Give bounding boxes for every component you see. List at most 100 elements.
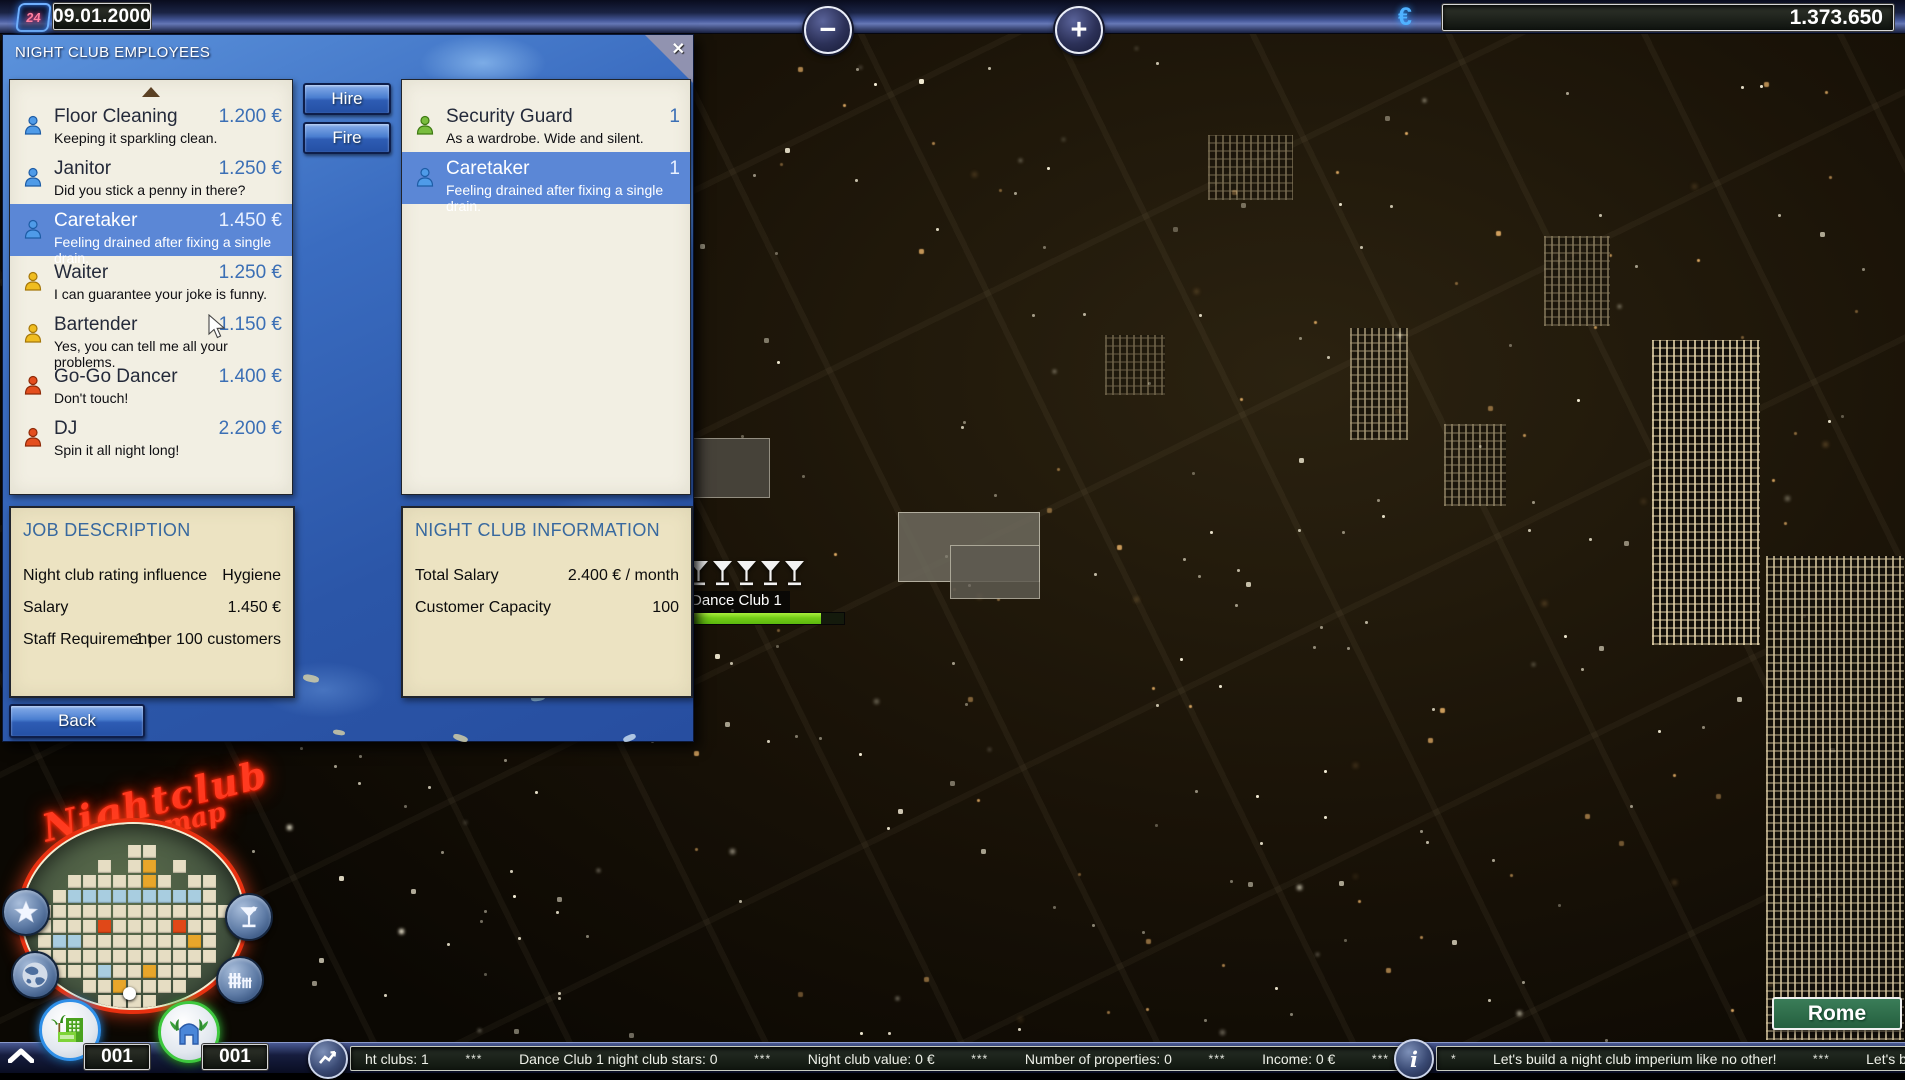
- favorites-button[interactable]: [2, 888, 50, 936]
- minimap-cell: [128, 860, 141, 873]
- money-display: 1.373.650: [1442, 4, 1894, 31]
- hired-row[interactable]: Caretaker1Feeling drained after fixing a…: [402, 152, 690, 204]
- minimap-cell: [158, 875, 171, 888]
- minimap-cell: [98, 920, 111, 933]
- employee-row[interactable]: Floor Cleaning1.200 €Keeping it sparklin…: [10, 100, 292, 152]
- employee-row[interactable]: Waiter1.250 €I can guarantee your joke i…: [10, 256, 292, 308]
- minimap-cell: [203, 950, 216, 963]
- info-value: 2.400 € / month: [568, 567, 679, 585]
- person-icon: [22, 426, 44, 448]
- lit-tower: [1105, 335, 1165, 395]
- hired-row[interactable]: Security Guard1As a wardrobe. Wide and s…: [402, 100, 690, 152]
- minimap-cell: [113, 935, 126, 948]
- speed-minus-button[interactable]: −: [804, 6, 852, 54]
- minimap-cell: [68, 950, 81, 963]
- minimap-cell: [128, 890, 141, 903]
- minimap-cell: [68, 965, 81, 978]
- minimap-cell: [188, 890, 201, 903]
- info-value: Hygiene: [222, 567, 281, 585]
- minimap-cell: [68, 890, 81, 903]
- employee-row[interactable]: DJ2.200 €Spin it all night long!: [10, 412, 292, 464]
- minimap-cell: [83, 935, 96, 948]
- minimap-cell: [143, 950, 156, 963]
- calendar-day: 24: [25, 10, 41, 25]
- nightclub-filter-button[interactable]: [225, 893, 273, 941]
- ticker-item: ht clubs: 1: [365, 1051, 429, 1067]
- employee-desc: I can guarantee your joke is funny.: [54, 286, 267, 302]
- ticker-separator: ***: [754, 1052, 771, 1066]
- minimap-cell: [173, 965, 186, 978]
- minimap-cell: [113, 875, 126, 888]
- fence-icon: [226, 966, 254, 994]
- minimap-cell: [143, 890, 156, 903]
- minimap-cell: [158, 950, 171, 963]
- hint-ticker: *Let's build a night club imperium like …: [1436, 1046, 1905, 1071]
- close-button[interactable]: ✕: [645, 35, 693, 83]
- stats-icon[interactable]: [308, 1039, 348, 1079]
- plus-icon: +: [1071, 10, 1088, 50]
- employee-row[interactable]: Caretaker1.450 €Feeling drained after fi…: [10, 204, 292, 256]
- person-icon: [22, 166, 44, 188]
- minimap-cell: [143, 965, 156, 978]
- lit-tower: [1444, 424, 1506, 506]
- minimap-cell: [83, 965, 96, 978]
- fire-button[interactable]: Fire: [303, 122, 391, 154]
- employee-value: 2.200 €: [219, 418, 282, 440]
- hire-button[interactable]: Hire: [303, 83, 391, 115]
- dialog-title: NIGHT CLUB EMPLOYEES: [15, 44, 210, 61]
- employees-dialog: NIGHT CLUB EMPLOYEES ✕ Floor Cleaning1.2…: [2, 34, 694, 742]
- city-name-sign: Rome: [1772, 997, 1902, 1030]
- minimap-cell: [53, 890, 66, 903]
- martini-glass-icon: [759, 559, 782, 593]
- employee-row[interactable]: Go-Go Dancer1.400 €Don't touch!: [10, 360, 292, 412]
- minimap-cell: [143, 905, 156, 918]
- minimap-cell: [68, 935, 81, 948]
- employee-name: Janitor: [54, 158, 111, 180]
- scroll-up-icon[interactable]: [142, 87, 160, 97]
- minimap-cell: [53, 905, 66, 918]
- flat-building: [950, 545, 1040, 599]
- ticker-item: Let's buil: [1866, 1051, 1905, 1067]
- employee-value: 1.400 €: [219, 366, 282, 388]
- info-row: Staff Requirement1 per 100 customers: [23, 624, 281, 656]
- properties-filter-button[interactable]: [216, 956, 264, 1004]
- martini-glass-icon: [783, 559, 806, 593]
- minimap-cell: [143, 995, 156, 1008]
- person-icon: [22, 322, 44, 344]
- info-icon[interactable]: i: [1394, 1039, 1434, 1079]
- minimap-cell: [83, 875, 96, 888]
- person-icon: [414, 114, 436, 136]
- employee-row[interactable]: Bartender1.150 €Yes, you can tell me all…: [10, 308, 292, 360]
- minimap-cell: [188, 920, 201, 933]
- minimap-cell: [98, 980, 111, 993]
- minimap-cell: [98, 995, 111, 1008]
- chevron-up-icon[interactable]: [8, 1047, 34, 1068]
- person-icon: [22, 218, 44, 240]
- minimap-cell: [188, 875, 201, 888]
- minimap-cell: [68, 875, 81, 888]
- minimap-cell: [143, 935, 156, 948]
- info-row: Total Salary2.400 € / month: [415, 560, 679, 592]
- martini-glass-icon: [711, 559, 734, 593]
- employee-value: 1.250 €: [219, 262, 282, 284]
- minimap-cell: [98, 905, 111, 918]
- world-map-button[interactable]: [11, 951, 59, 999]
- club-information-panel: NIGHT CLUB INFORMATION Total Salary2.400…: [401, 506, 693, 698]
- info-label: Customer Capacity: [415, 599, 551, 617]
- info-label: Salary: [23, 599, 68, 617]
- minimap-cell: [158, 920, 171, 933]
- back-button[interactable]: Back: [9, 704, 145, 738]
- employee-row[interactable]: Janitor1.250 €Did you stick a penny in t…: [10, 152, 292, 204]
- minimap-cell: [188, 935, 201, 948]
- speed-plus-button[interactable]: +: [1055, 6, 1103, 54]
- info-value: 1 per 100 customers: [135, 631, 281, 649]
- info-row: Night club rating influenceHygiene: [23, 560, 281, 592]
- employee-name: Caretaker: [54, 210, 137, 232]
- minimap-cell: [173, 860, 186, 873]
- minimap-cell: [173, 950, 186, 963]
- minimap-cell: [158, 965, 171, 978]
- club-name-label[interactable]: Dance Club 1: [686, 591, 790, 612]
- info-label: Staff Requirement: [23, 631, 152, 649]
- employee-desc: As a wardrobe. Wide and silent.: [446, 130, 644, 146]
- ticker-separator: *: [1451, 1052, 1457, 1066]
